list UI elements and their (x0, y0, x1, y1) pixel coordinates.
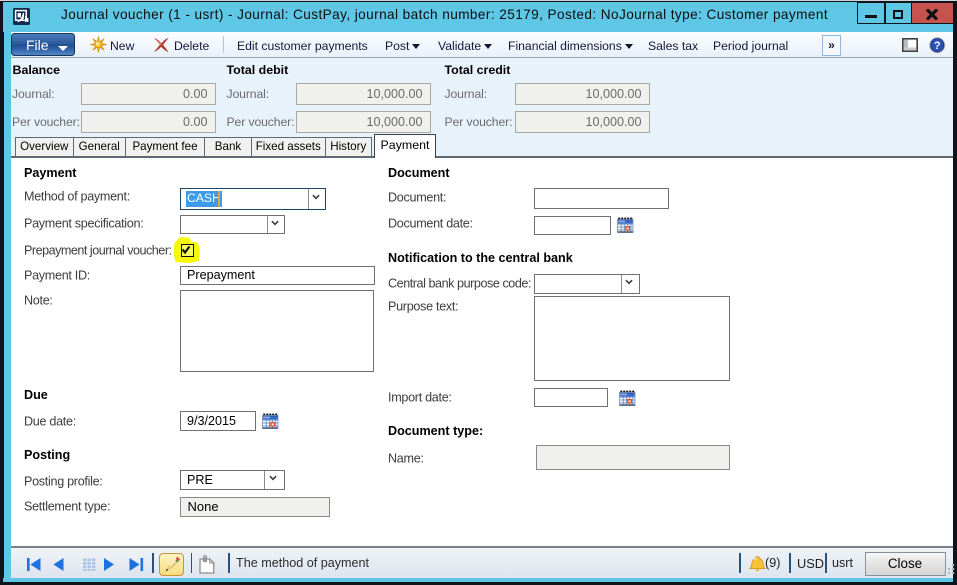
svg-text:?: ? (934, 40, 941, 52)
